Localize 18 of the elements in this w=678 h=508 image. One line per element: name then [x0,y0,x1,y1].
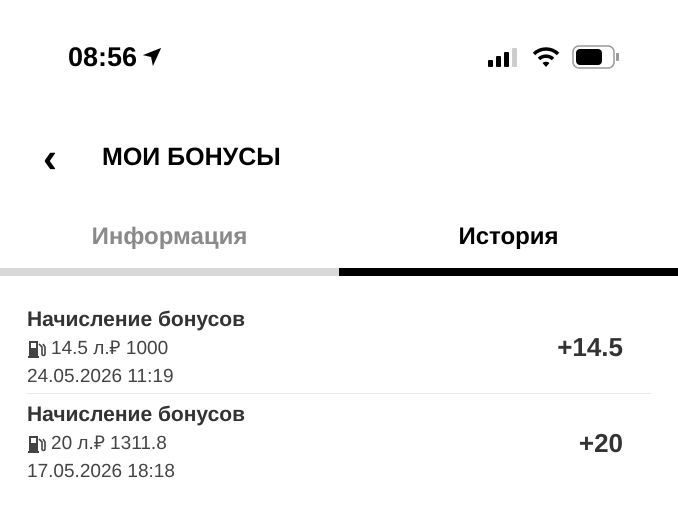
transaction-date: 17.05.2026 18:18 [27,460,176,484]
transaction-date: 24.05.2026 11:19 [27,364,175,388]
location-arrow-icon [141,46,164,68]
fuel-pump-icon [27,338,47,358]
page-title: МОИ БОНУСЫ [102,142,281,174]
transaction-title: Начисление бонусов [27,306,246,332]
bonus-amount: +20 [578,426,623,460]
back-button[interactable]: ‹ [38,137,62,179]
transaction-details: 14.5 л.₽ 1000 [51,336,168,360]
transaction-details: 20 л.₽ 1311.8 [51,432,167,456]
signal-icon [488,47,520,67]
battery-icon [572,45,620,69]
tab[interactable]: История [339,206,678,276]
fuel-pump-icon [27,434,47,454]
wifi-icon [532,46,560,68]
bonus-amount: +14.5 [557,331,623,364]
transaction-title: Начисление бонусов [27,402,246,428]
status-time: 08:56 [68,40,138,74]
